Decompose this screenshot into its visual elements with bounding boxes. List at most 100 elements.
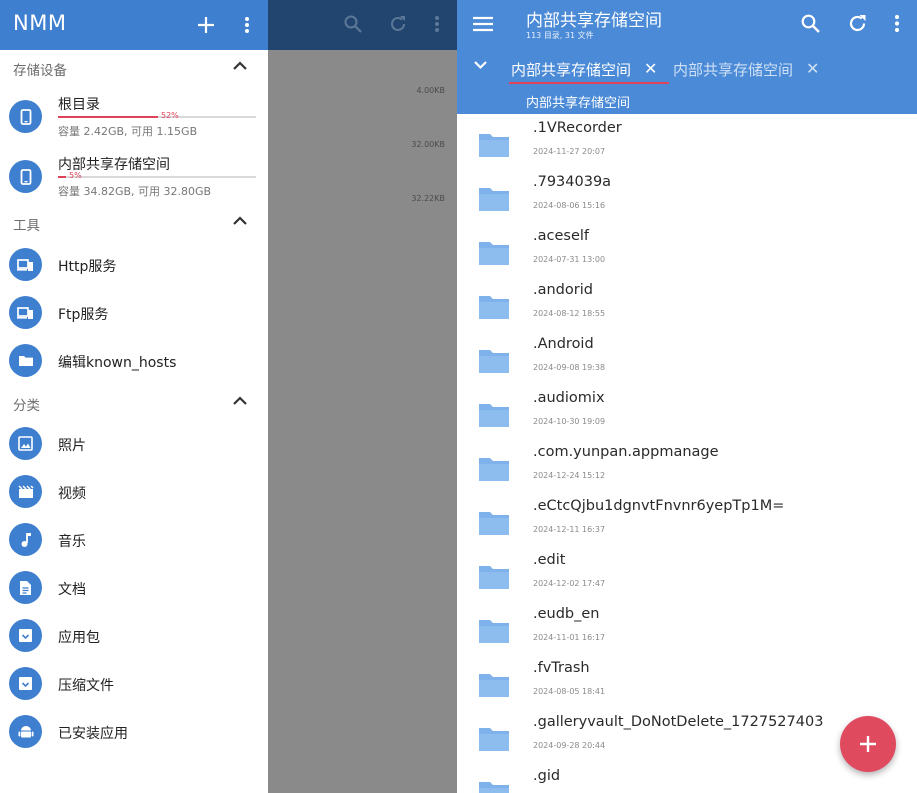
category-label: 应用包	[58, 630, 100, 646]
category-label: 视频	[58, 486, 86, 502]
chevron-up-icon[interactable]	[232, 60, 248, 72]
add-icon[interactable]	[191, 10, 221, 40]
folder-icon	[9, 344, 42, 377]
file-row[interactable]: .andorid 2024-08-12 18:55	[457, 277, 917, 331]
chevron-down-icon[interactable]	[473, 59, 488, 71]
tool-http-service[interactable]: Http服务	[0, 240, 268, 288]
document-icon	[9, 571, 42, 604]
folder-icon	[479, 242, 509, 265]
path-breadcrumb[interactable]: 内部共享存储空间	[526, 92, 630, 111]
drawer-header: NMM	[0, 0, 268, 50]
page-title: 内部共享存储空间	[526, 11, 662, 31]
file-name: .1VRecorder	[533, 120, 622, 136]
file-name: .galleryvault_DoNotDelete_1727527403	[533, 714, 824, 730]
folder-icon	[479, 296, 509, 319]
file-date: 2024-12-02 17:47	[533, 579, 606, 588]
devices-icon	[9, 296, 42, 329]
file-row[interactable]: .com.yunpan.appmanage 2024-12-24 15:12	[457, 439, 917, 493]
file-name: .7934039a	[533, 174, 612, 190]
category-archives[interactable]: 压缩文件	[0, 659, 268, 707]
search-icon[interactable]	[801, 14, 820, 33]
file-name: .eudb_en	[533, 606, 600, 622]
chevron-up-icon[interactable]	[232, 215, 248, 227]
folder-icon	[479, 458, 509, 481]
device-capacity: 容量 2.42GB, 可用 1.15GB	[58, 125, 198, 138]
category-label: 文档	[58, 582, 86, 598]
file-date: 2024-08-06 15:16	[533, 201, 606, 210]
more-vert-icon[interactable]	[232, 10, 262, 40]
file-date: 2024-07-31 13:00	[533, 255, 606, 264]
tool-label: Ftp服务	[58, 307, 109, 323]
file-date: 2024-12-24 15:12	[533, 471, 606, 480]
refresh-icon[interactable]	[848, 14, 867, 33]
app-title: NMM	[13, 11, 67, 35]
drawer-scrim[interactable]: 4.00KB 32.00KB 32.22KB	[268, 0, 457, 793]
file-row[interactable]: .7934039a 2024-08-06 15:16	[457, 169, 917, 223]
file-date: 2024-09-08 19:38	[533, 363, 606, 372]
page-subtitle: 113 目录, 31 文件	[526, 31, 594, 40]
folder-icon	[479, 404, 509, 427]
archive-icon	[9, 667, 42, 700]
file-name: .audiomix	[533, 390, 605, 406]
file-row[interactable]: .Android 2024-09-08 19:38	[457, 331, 917, 385]
folder-icon	[479, 134, 509, 157]
file-size: 32.22KB	[411, 194, 445, 203]
tab-internal-storage-2[interactable]: 内部共享存储空间	[673, 59, 793, 80]
tool-ftp-service[interactable]: Ftp服务	[0, 288, 268, 336]
file-date: 2024-08-12 18:55	[533, 309, 606, 318]
category-music[interactable]: 音乐	[0, 515, 268, 563]
file-name: .com.yunpan.appmanage	[533, 444, 719, 460]
folder-icon	[479, 566, 509, 589]
add-icon	[860, 736, 876, 752]
file-row[interactable]: .edit 2024-12-02 17:47	[457, 547, 917, 601]
file-row[interactable]: .audiomix 2024-10-30 19:09	[457, 385, 917, 439]
devices-icon	[9, 248, 42, 281]
file-row[interactable]: .eudb_en 2024-11-01 16:17	[457, 601, 917, 655]
section-tools[interactable]: 工具	[0, 205, 268, 239]
app-bar: 内部共享存储空间 113 目录, 31 文件 内部共享存储空间 ✕ 内部共享存储…	[457, 0, 917, 114]
folder-icon	[479, 674, 509, 697]
section-storage[interactable]: 存储设备	[0, 50, 268, 84]
file-name: .andorid	[533, 282, 593, 298]
folder-icon	[479, 620, 509, 643]
file-row[interactable]: .fvTrash 2024-08-05 18:41	[457, 655, 917, 709]
tool-label: Http服务	[58, 259, 117, 275]
device-root[interactable]: 根目录 52% 容量 2.42GB, 可用 1.15GB	[0, 90, 268, 142]
close-icon[interactable]: ✕	[806, 59, 819, 78]
category-app-packages[interactable]: 应用包	[0, 611, 268, 659]
file-date: 2024-08-05 18:41	[533, 687, 606, 696]
file-row[interactable]: .1VRecorder 2024-11-27 20:07	[457, 115, 917, 169]
folder-icon	[479, 512, 509, 535]
file-row[interactable]: .aceself 2024-07-31 13:00	[457, 223, 917, 277]
tool-edit-known-hosts[interactable]: 编辑known_hosts	[0, 336, 268, 384]
more-vert-icon	[435, 16, 439, 32]
more-vert-icon[interactable]	[894, 14, 900, 33]
dimmed-toolbar	[268, 0, 457, 50]
file-name: .Android	[533, 336, 594, 352]
category-documents[interactable]: 文档	[0, 563, 268, 611]
chevron-up-icon[interactable]	[232, 395, 248, 407]
device-internal-storage[interactable]: 内部共享存储空间 5% 容量 34.82GB, 可用 32.80GB	[0, 150, 268, 202]
tab-internal-storage[interactable]: 内部共享存储空间	[511, 59, 631, 80]
file-row[interactable]: .eCtcQjbu1dgnvtFnvnr6yepTp1M= 2024-12-11 …	[457, 493, 917, 547]
category-photos[interactable]: 照片	[0, 419, 268, 467]
file-row[interactable]: .gid	[457, 763, 917, 793]
section-category[interactable]: 分类	[0, 385, 268, 419]
folder-icon	[479, 188, 509, 211]
section-label: 工具	[13, 218, 40, 234]
music-note-icon	[9, 523, 42, 556]
image-icon	[9, 427, 42, 460]
close-icon[interactable]: ✕	[644, 59, 657, 78]
category-installed-apps[interactable]: 已安装应用	[0, 707, 268, 755]
file-name: .aceself	[533, 228, 589, 244]
add-fab[interactable]	[840, 716, 896, 772]
file-size: 32.00KB	[411, 140, 445, 149]
archive-icon	[9, 619, 42, 652]
menu-icon[interactable]	[473, 16, 493, 32]
category-videos[interactable]: 视频	[0, 467, 268, 515]
device-capacity: 容量 34.82GB, 可用 32.80GB	[58, 185, 212, 198]
file-date: 2024-10-30 19:09	[533, 417, 606, 426]
file-date: 2024-11-27 20:07	[533, 147, 606, 156]
section-label: 分类	[13, 398, 40, 414]
category-label: 已安装应用	[58, 726, 128, 742]
